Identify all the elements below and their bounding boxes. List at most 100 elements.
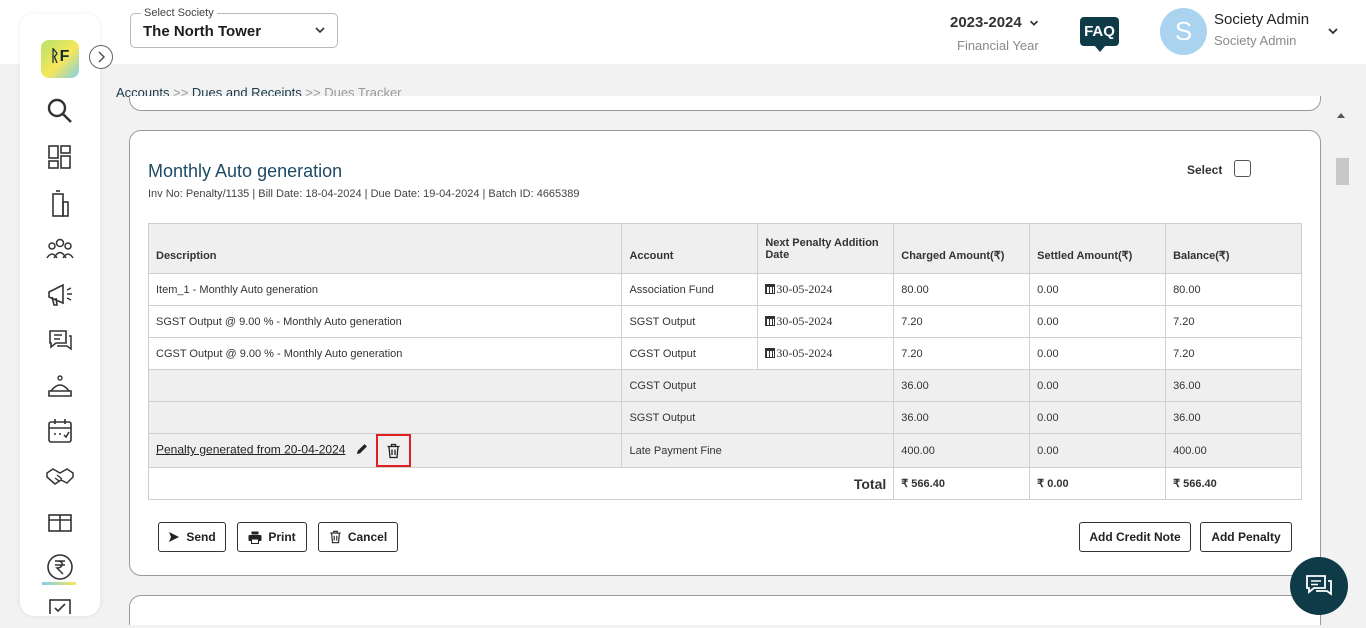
- scroll-up-arrow-icon[interactable]: [1337, 113, 1345, 118]
- row-settled: 0.00: [1029, 369, 1167, 402]
- calendar-icon[interactable]: [45, 416, 75, 446]
- row-description: Item_1 - Monthly Auto generation: [147, 273, 623, 306]
- trash-icon: [387, 443, 400, 459]
- calendar-icon: [765, 284, 776, 294]
- add-credit-note-label: Add Credit Note: [1089, 530, 1181, 544]
- add-penalty-button[interactable]: Add Penalty: [1200, 522, 1292, 552]
- dashboard-icon[interactable]: [45, 142, 75, 172]
- handshake-icon[interactable]: [45, 461, 75, 491]
- trash-icon: [330, 530, 341, 544]
- row-charged: 7.20: [893, 305, 1031, 338]
- user-role: Society Admin: [1214, 33, 1297, 48]
- column-header: Settled Amount(₹): [1029, 223, 1167, 274]
- row-charged: 80.00: [893, 273, 1031, 306]
- app-logo[interactable]: ᚱF: [41, 40, 79, 78]
- row-account: CGST Output: [621, 337, 759, 370]
- search-icon[interactable]: [45, 96, 75, 126]
- row-settled: 0.00: [1029, 401, 1167, 434]
- page-scrollbar[interactable]: [1333, 110, 1349, 620]
- penalty-link[interactable]: Penalty generated from 20-04-2024: [156, 442, 345, 456]
- row-description: SGST Output @ 9.00 % - Monthly Auto gene…: [147, 305, 623, 338]
- user-menu-chevron-icon[interactable]: [1326, 24, 1340, 38]
- financial-year-value: 2023-2024: [950, 14, 1022, 31]
- row-settled: 0.00: [1029, 433, 1167, 468]
- top-header: Select Society The North Tower 2023-2024…: [0, 0, 1366, 64]
- select-checkbox[interactable]: [1234, 160, 1251, 177]
- society-select-value: The North Tower: [143, 23, 262, 40]
- invoice-meta: Inv No: Penalty/1135 | Bill Date: 18-04-…: [148, 188, 580, 200]
- delete-penalty-button[interactable]: [375, 434, 411, 467]
- package-icon[interactable]: [45, 506, 75, 536]
- avatar[interactable]: S: [1160, 8, 1207, 55]
- send-button[interactable]: Send: [158, 522, 226, 552]
- faq-button[interactable]: FAQ: [1080, 17, 1119, 52]
- table-row: Item_1 - Monthly Auto generation Associa…: [147, 273, 1302, 306]
- active-indicator: [42, 582, 76, 585]
- support-chat-button[interactable]: [1290, 557, 1348, 615]
- society-select-label: Select Society: [141, 7, 217, 19]
- amenities-icon[interactable]: [45, 371, 75, 401]
- add-credit-note-button[interactable]: Add Credit Note: [1079, 522, 1191, 552]
- date-value: 30-05-2024: [776, 282, 833, 296]
- chevron-right-icon: [98, 51, 106, 63]
- row-settled: 0.00: [1029, 337, 1167, 370]
- chat-icon[interactable]: [45, 325, 75, 355]
- approval-icon[interactable]: [45, 596, 75, 614]
- rupee-icon[interactable]: [45, 552, 75, 582]
- financial-year-selector[interactable]: 2023-2024 Financial Year: [950, 14, 1045, 53]
- society-select[interactable]: Select Society The North Tower: [130, 7, 338, 48]
- print-label: Print: [268, 530, 296, 544]
- next-penalty-date[interactable]: 30-05-2024: [757, 273, 895, 306]
- penalty-row: Penalty generated from 20-04-2024 Late P…: [147, 433, 1302, 468]
- tax-row: SGST Output 36.00 0.00 36.00: [147, 401, 1302, 434]
- row-account: Association Fund: [621, 273, 759, 306]
- user-name: Society Admin: [1214, 11, 1310, 28]
- calendar-icon: [765, 316, 776, 326]
- edit-icon[interactable]: [355, 442, 369, 459]
- card-title: Monthly Auto generation: [148, 161, 343, 181]
- table-row: CGST Output @ 9.00 % - Monthly Auto gene…: [147, 337, 1302, 370]
- printer-icon: [248, 531, 262, 544]
- empty-cell: [147, 401, 623, 434]
- row-charged: 7.20: [893, 337, 1031, 370]
- row-charged: 400.00: [893, 433, 1031, 468]
- next-penalty-date[interactable]: 30-05-2024: [757, 337, 895, 370]
- print-button[interactable]: Print: [237, 522, 307, 552]
- column-header: Account: [621, 223, 759, 274]
- dues-card: Monthly Auto generation Inv No: Penalty/…: [129, 130, 1321, 576]
- sidebar: ᚱF: [20, 14, 100, 616]
- row-account: CGST Output: [621, 369, 895, 402]
- date-value: 30-05-2024: [776, 346, 833, 360]
- row-settled: 0.00: [1029, 305, 1167, 338]
- penalty-description-cell: Penalty generated from 20-04-2024: [147, 433, 623, 468]
- row-description: CGST Output @ 9.00 % - Monthly Auto gene…: [147, 337, 623, 370]
- row-balance: 36.00: [1165, 401, 1302, 434]
- row-balance: 400.00: [1165, 433, 1302, 468]
- total-row: Total ₹ 566.40 ₹ 0.00 ₹ 566.40: [147, 467, 1302, 500]
- financial-year-label: Financial Year: [957, 38, 1039, 53]
- row-charged: 36.00: [893, 369, 1031, 402]
- row-balance: 7.20: [1165, 337, 1302, 370]
- logo-text: ᚱF: [50, 48, 70, 65]
- row-settled: 0.00: [1029, 273, 1167, 306]
- row-account: Late Payment Fine: [621, 433, 895, 468]
- previous-dues-card: [129, 96, 1321, 111]
- column-header: Description: [147, 223, 623, 274]
- dues-table: Description Account Next Penalty Additio…: [147, 223, 1302, 500]
- table-header-row: Description Account Next Penalty Additio…: [147, 223, 1302, 274]
- next-dues-card: [129, 595, 1321, 625]
- building-icon[interactable]: [45, 189, 75, 219]
- announcement-icon[interactable]: [45, 280, 75, 310]
- next-penalty-date[interactable]: 30-05-2024: [757, 305, 895, 338]
- cancel-button[interactable]: Cancel: [318, 522, 398, 552]
- scrollbar-thumb[interactable]: [1336, 158, 1349, 185]
- send-label: Send: [186, 530, 216, 544]
- sidebar-collapse-button[interactable]: [89, 45, 113, 69]
- chevron-down-icon: [315, 27, 325, 34]
- column-header: Charged Amount(₹): [893, 223, 1031, 274]
- column-header: Balance(₹): [1165, 223, 1302, 274]
- members-icon[interactable]: [45, 234, 75, 264]
- cancel-label: Cancel: [347, 530, 388, 544]
- table-row: SGST Output @ 9.00 % - Monthly Auto gene…: [147, 305, 1302, 338]
- total-charged: ₹ 566.40: [893, 467, 1031, 500]
